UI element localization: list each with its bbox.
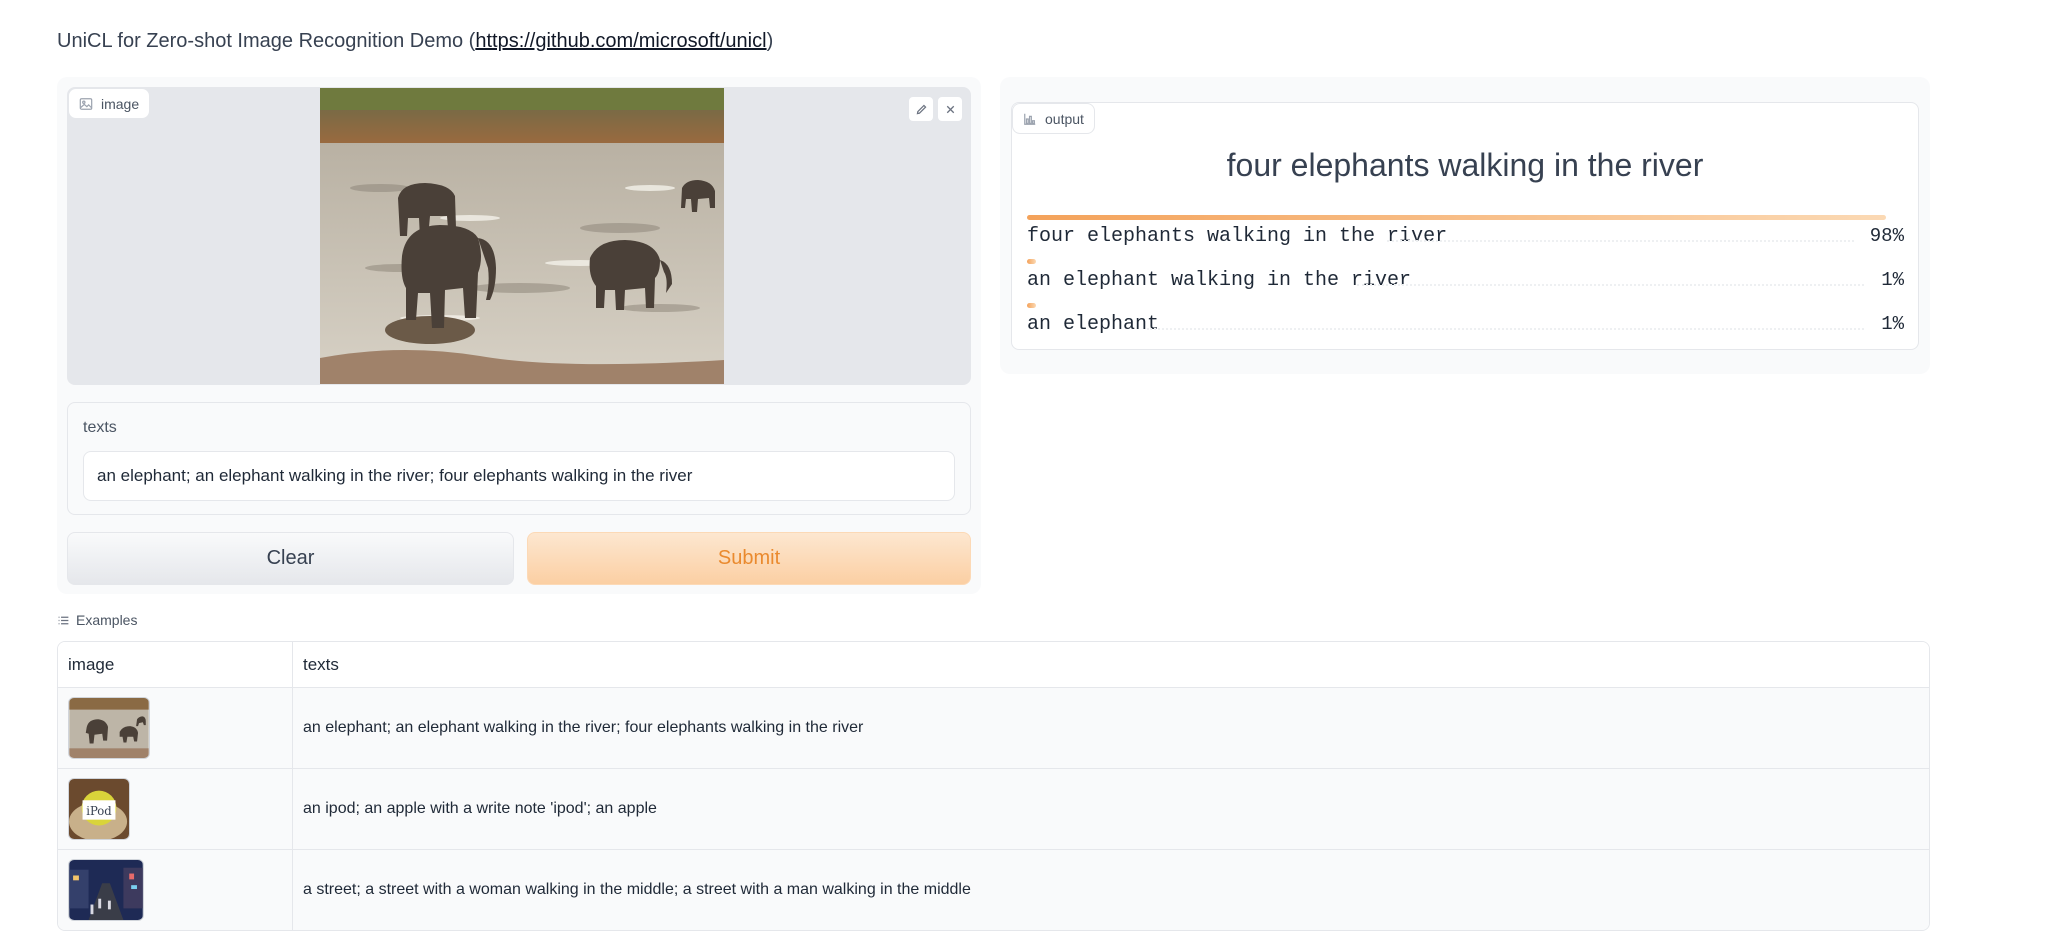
texts-label: texts [83,419,117,436]
image-label-chip: image [68,88,151,119]
example-image-cell[interactable]: iPod [58,769,293,849]
clear-button[interactable]: Clear [67,532,514,585]
dotted-leader [1357,284,1864,286]
texts-field-block: texts [67,402,971,515]
image-icon [79,97,93,110]
submit-button[interactable]: Submit [527,532,971,585]
edit-image-button[interactable] [908,96,934,122]
example-texts[interactable]: an ipod; an apple with a write note 'ipo… [293,769,1929,849]
examples-label: Examples [76,612,138,628]
street-thumbnail[interactable] [68,859,144,921]
input-panel: image texts an elephant; an elephant wal… [57,77,981,594]
image-label: image [101,95,140,112]
confidence-percent: 1% [1881,313,1904,335]
examples-header: Examples [57,612,137,628]
output-label-chip: output [1012,103,1095,134]
dotted-leader [1387,240,1854,242]
example-texts[interactable]: an elephant; an elephant walking in the … [293,688,1929,768]
confidence-bar [1027,259,1036,264]
output-label: output [1045,110,1084,127]
texts-input[interactable] [83,451,955,501]
clear-image-button[interactable] [937,96,963,122]
chart-icon [1024,113,1036,125]
list-icon [58,616,69,624]
title-text: UniCL for Zero-shot Image Recognition De… [57,30,476,52]
confidence-bar [1027,303,1036,308]
ipod-apple-thumbnail[interactable]: iPod [68,778,130,840]
pencil-icon [916,104,926,114]
confidence-percent: 98% [1869,225,1904,247]
svg-text:iPod: iPod [86,804,112,818]
confidence-label: four elephants walking in the river [1027,225,1448,248]
table-header-row: image texts [58,642,1929,687]
title-suffix: ) [766,30,774,52]
examples-table: image texts an elephant; an elephant wal… [57,641,1930,931]
dotted-leader [1147,328,1864,330]
example-image-cell[interactable] [58,850,293,930]
image-input[interactable]: image [67,87,971,385]
header-image: image [58,642,293,687]
table-row[interactable]: iPod an ipod; an apple with a write note… [58,768,1929,849]
page-title: UniCL for Zero-shot Image Recognition De… [57,30,773,53]
output-label-component: output four elephants walking in the riv… [1011,102,1919,350]
elephants-thumbnail[interactable] [68,697,150,759]
table-row[interactable]: an elephant; an elephant walking in the … [58,687,1929,768]
confidence-label: an elephant [1027,313,1160,336]
example-texts[interactable]: a street; a street with a woman walking … [293,850,1929,930]
elephants-photo [320,88,724,384]
output-panel: output four elephants walking in the riv… [1000,77,1930,374]
header-texts: texts [303,654,339,674]
example-image-cell[interactable] [58,688,293,768]
confidence-percent: 1% [1881,269,1904,291]
github-link[interactable]: https://github.com/microsoft/unicl [475,30,766,52]
close-icon [946,105,954,113]
confidence-label: an elephant walking in the river [1027,269,1412,292]
table-row[interactable]: a street; a street with a woman walking … [58,849,1929,930]
top-prediction: four elephants walking in the river [1226,147,1704,183]
confidence-bar [1027,215,1886,220]
